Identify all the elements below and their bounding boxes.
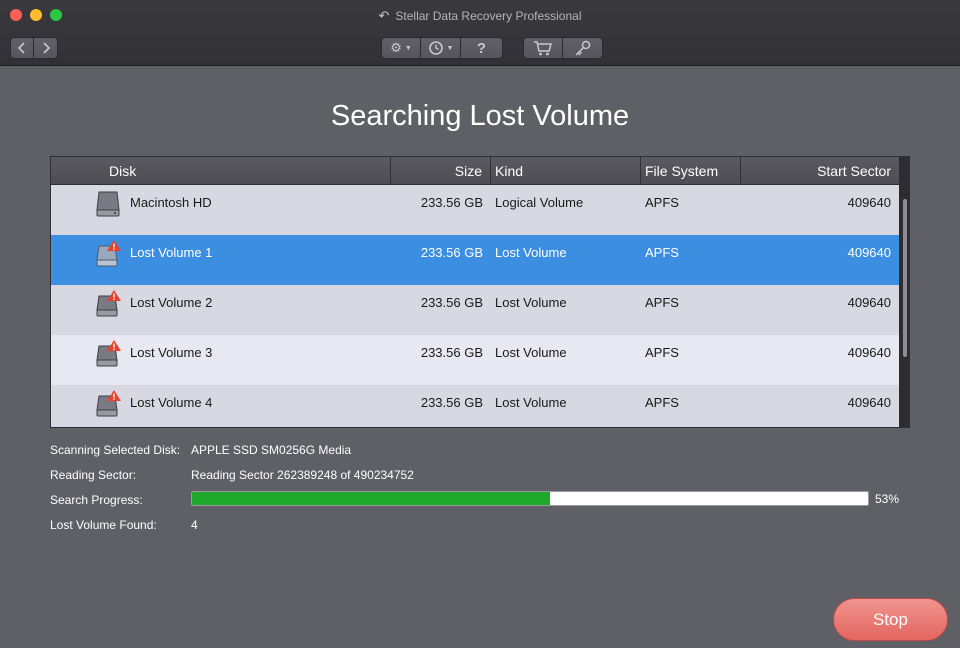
disk-name: Macintosh HD [130,195,212,210]
disk-name: Lost Volume 2 [130,295,213,310]
disk-file-system: APFS [645,245,679,260]
hard-drive-warning-icon [96,340,121,367]
page-title: Searching Lost Volume [330,100,630,132]
disk-file-system: APFS [645,195,679,210]
disk-size: 233.56 GB [420,345,483,360]
column-header-kind[interactable]: Kind [491,157,641,185]
scanning-disk-label: Scanning Selected Disk: [50,443,181,457]
chevron-right-icon [42,42,50,54]
disk-size: 233.56 GB [420,395,483,410]
chevron-left-icon [18,42,25,54]
disk-size: 233.56 GB [420,195,483,210]
disk-start-sector: 409640 [847,345,891,360]
window-title: ↶ Stellar Data Recovery Professional [0,8,960,24]
column-header-size[interactable]: Size [391,157,491,185]
search-progress-fill [192,492,551,505]
buy-button[interactable] [523,37,563,59]
disk-kind: Lost Volume [495,245,567,260]
scanning-disk-value: APPLE SSD SM0256G Media [191,443,352,457]
hard-drive-icon [96,191,120,217]
help-button[interactable]: ? [461,37,503,59]
cart-icon [534,41,552,56]
history-icon [428,41,443,55]
reading-sector-label: Reading Sector: [50,468,137,482]
back-button[interactable] [10,37,34,59]
chevron-down-icon: ▼ [446,44,454,52]
column-header-file-system[interactable]: File System [641,157,741,185]
window-title-text: Stellar Data Recovery Professional [395,9,582,23]
scrollbar-thumb[interactable] [903,199,907,357]
lost-volume-found-value: 4 [191,518,198,532]
table-row[interactable]: Lost Volume 3 233.56 GB Lost Volume APFS… [51,335,899,385]
disk-start-sector: 409640 [847,195,891,210]
hard-drive-warning-icon [96,390,121,417]
history-button[interactable]: ▼ [421,37,461,59]
disk-start-sector: 409640 [847,295,891,310]
gear-icon: ⚙ [390,40,402,55]
key-icon [574,40,590,56]
disk-size: 233.56 GB [420,295,483,310]
disk-kind: Lost Volume [495,295,567,310]
disk-file-system: APFS [645,295,679,310]
disk-start-sector: 409640 [847,245,891,260]
search-progress-percent: 53% [875,492,900,506]
disk-file-system: APFS [645,345,679,360]
back-arrow-icon: ↶ [378,8,390,23]
table-row[interactable]: Macintosh HD 233.56 GB Logical Volume AP… [51,185,899,235]
stop-button[interactable]: Stop [833,598,948,641]
table-row[interactable]: Lost Volume 1 233.56 GB Lost Volume APFS… [51,235,899,285]
disk-start-sector: 409640 [847,395,891,410]
forward-button[interactable] [34,37,58,59]
hard-drive-warning-icon [96,240,121,267]
search-progress-label: Search Progress: [50,493,143,507]
hard-drive-warning-icon [96,290,121,317]
column-header-disk[interactable]: Disk [51,157,391,185]
chevron-down-icon: ▼ [404,44,412,52]
disk-kind: Logical Volume [495,195,584,210]
lost-volume-found-label: Lost Volume Found: [50,518,157,532]
column-header-start-sector[interactable]: Start Sector [741,157,899,185]
title-bar: ↶ Stellar Data Recovery Professional ⚙ ▼ ▼… [0,0,960,66]
disk-file-system: APFS [645,395,679,410]
activate-button[interactable] [563,37,603,59]
table-scrollbar[interactable] [899,157,909,427]
disk-kind: Lost Volume [495,395,567,410]
volume-table: Disk Size Kind File System Start Sector … [50,156,910,428]
disk-name: Lost Volume 3 [130,345,213,360]
table-row[interactable]: Lost Volume 4 233.56 GB Lost Volume APFS… [51,385,899,427]
settings-button[interactable]: ⚙ ▼ [381,37,421,59]
disk-size: 233.56 GB [420,245,483,260]
table-body: Macintosh HD 233.56 GB Logical Volume AP… [51,185,899,427]
search-progress-bar [191,491,869,506]
table-row[interactable]: Lost Volume 2 233.56 GB Lost Volume APFS… [51,285,899,335]
reading-sector-value: Reading Sector 262389248 of 490234752 [191,468,414,482]
disk-kind: Lost Volume [495,345,567,360]
disk-name: Lost Volume 1 [130,245,213,260]
table-header: Disk Size Kind File System Start Sector [51,157,899,185]
help-icon: ? [476,39,487,57]
disk-name: Lost Volume 4 [130,395,213,410]
